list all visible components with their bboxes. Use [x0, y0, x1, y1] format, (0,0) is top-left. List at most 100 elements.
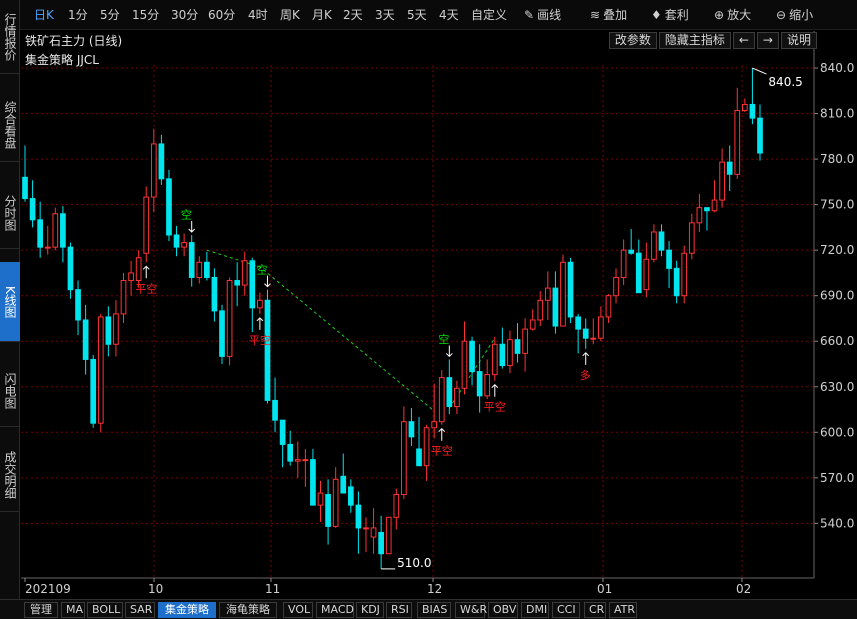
period-11[interactable]: 5天 [407, 6, 427, 24]
indicator-tab-14[interactable]: CCI [552, 602, 580, 618]
candle-body[interactable] [317, 492, 324, 506]
indicator-tab-1[interactable]: MA [61, 602, 85, 618]
period-9[interactable]: 2天 [343, 6, 363, 24]
left-tab-3[interactable]: K线图 [0, 262, 20, 342]
candle-body[interactable] [552, 287, 559, 327]
candle-body[interactable] [560, 261, 566, 327]
period-4[interactable]: 30分 [171, 6, 198, 24]
candle-body[interactable] [90, 358, 97, 424]
candle-body[interactable] [294, 459, 301, 462]
candle-body[interactable] [287, 443, 294, 462]
candle-body[interactable] [82, 319, 89, 360]
prev-arrow-button[interactable]: ← [732, 32, 755, 49]
period-12[interactable]: 4天 [439, 6, 459, 24]
tool-zoom-in-button[interactable]: ⊕ 放大 [714, 6, 751, 24]
candle-body[interactable] [651, 231, 657, 260]
candle-body[interactable] [181, 242, 187, 248]
edit-params-button[interactable]: 改参数 [608, 32, 657, 49]
candle-body[interactable] [575, 316, 581, 330]
candle-body[interactable] [628, 249, 635, 254]
candle-body[interactable] [666, 249, 672, 269]
next-arrow-button[interactable]: → [756, 32, 779, 49]
candle-body[interactable] [150, 143, 157, 198]
candle-body[interactable] [75, 289, 81, 321]
candle-body[interactable] [522, 328, 528, 354]
period-2[interactable]: 5分 [100, 6, 120, 24]
candle-body[interactable] [97, 316, 104, 424]
candle-body[interactable] [143, 196, 150, 254]
candle-body[interactable] [635, 252, 642, 294]
candle-body[interactable] [605, 295, 612, 318]
candle-body[interactable] [567, 261, 574, 318]
period-8[interactable]: 月K [312, 6, 332, 24]
candle-body[interactable] [438, 377, 445, 423]
indicator-tab-15[interactable]: CR [584, 602, 606, 618]
candle-body[interactable] [544, 287, 551, 301]
candle-body[interactable] [598, 316, 604, 339]
candle-body[interactable] [332, 478, 339, 527]
candle-body[interactable] [423, 427, 430, 467]
indicator-tab-5[interactable]: 海龟策略 [219, 602, 277, 618]
candle-body[interactable] [219, 310, 225, 357]
candle-body[interactable] [719, 161, 725, 201]
candle-body[interactable] [446, 377, 453, 407]
period-3[interactable]: 15分 [132, 6, 159, 24]
candle-body[interactable] [749, 103, 756, 119]
candle-body[interactable] [302, 459, 309, 462]
candle-body[interactable] [158, 143, 165, 180]
candle-body[interactable] [385, 516, 392, 555]
indicator-tab-10[interactable]: BIAS [417, 602, 451, 618]
candle-body[interactable] [67, 246, 74, 291]
candle-body[interactable] [711, 199, 718, 212]
candle-body[interactable] [211, 276, 218, 312]
candle-body[interactable] [264, 299, 271, 401]
period-6[interactable]: 4时 [248, 6, 268, 24]
indicator-tab-0[interactable]: 管理 [24, 602, 58, 618]
candle-body[interactable] [113, 313, 119, 345]
candle-body[interactable] [173, 234, 180, 248]
candle-body[interactable] [378, 531, 384, 555]
candle-body[interactable] [120, 280, 127, 315]
candle-body[interactable] [393, 494, 400, 518]
candle-body[interactable] [681, 252, 688, 297]
period-7[interactable]: 周K [280, 6, 300, 24]
candle-body[interactable] [757, 117, 763, 154]
candle-body[interactable] [279, 419, 286, 445]
candle-body[interactable] [507, 339, 513, 367]
indicator-tab-4[interactable]: 集金策略 [158, 602, 216, 618]
candle-body[interactable] [484, 374, 491, 397]
candle-body[interactable] [582, 328, 589, 339]
candle-body[interactable] [734, 110, 741, 175]
indicator-tab-2[interactable]: BOLL [87, 602, 123, 618]
candle-body[interactable] [363, 527, 369, 530]
candle-body[interactable] [188, 242, 195, 278]
candle-body[interactable] [696, 207, 703, 224]
help-button[interactable]: 说明 [780, 32, 817, 49]
candle-body[interactable] [135, 257, 142, 282]
candle-body[interactable] [726, 161, 733, 175]
candle-body[interactable] [249, 260, 256, 309]
left-tab-5[interactable]: 成交明细 [0, 438, 20, 512]
candle-body[interactable] [347, 486, 354, 506]
candle-body[interactable] [226, 280, 233, 357]
left-tab-2[interactable]: 分时图 [0, 177, 20, 249]
tool-stack-button[interactable]: ≋ 叠加 [590, 6, 627, 24]
candle-body[interactable] [204, 261, 210, 278]
candle-body[interactable] [52, 213, 59, 248]
candle-body[interactable] [401, 421, 407, 496]
candle-body[interactable] [196, 261, 203, 278]
left-tab-4[interactable]: 闪电图 [0, 355, 20, 427]
candle-body[interactable] [234, 280, 241, 286]
candle-body[interactable] [688, 222, 695, 254]
candle-body[interactable] [431, 421, 438, 429]
candle-body[interactable] [37, 219, 44, 248]
candle-body[interactable] [60, 213, 66, 248]
candle-body[interactable] [241, 260, 248, 286]
candle-body[interactable] [741, 103, 748, 112]
left-tab-0[interactable]: 行情报价 [0, 0, 20, 74]
candle-body[interactable] [340, 475, 347, 494]
candle-body[interactable] [529, 319, 536, 330]
candle-body[interactable] [105, 316, 112, 345]
candle-body[interactable] [469, 340, 475, 373]
candle-body[interactable] [537, 299, 544, 321]
